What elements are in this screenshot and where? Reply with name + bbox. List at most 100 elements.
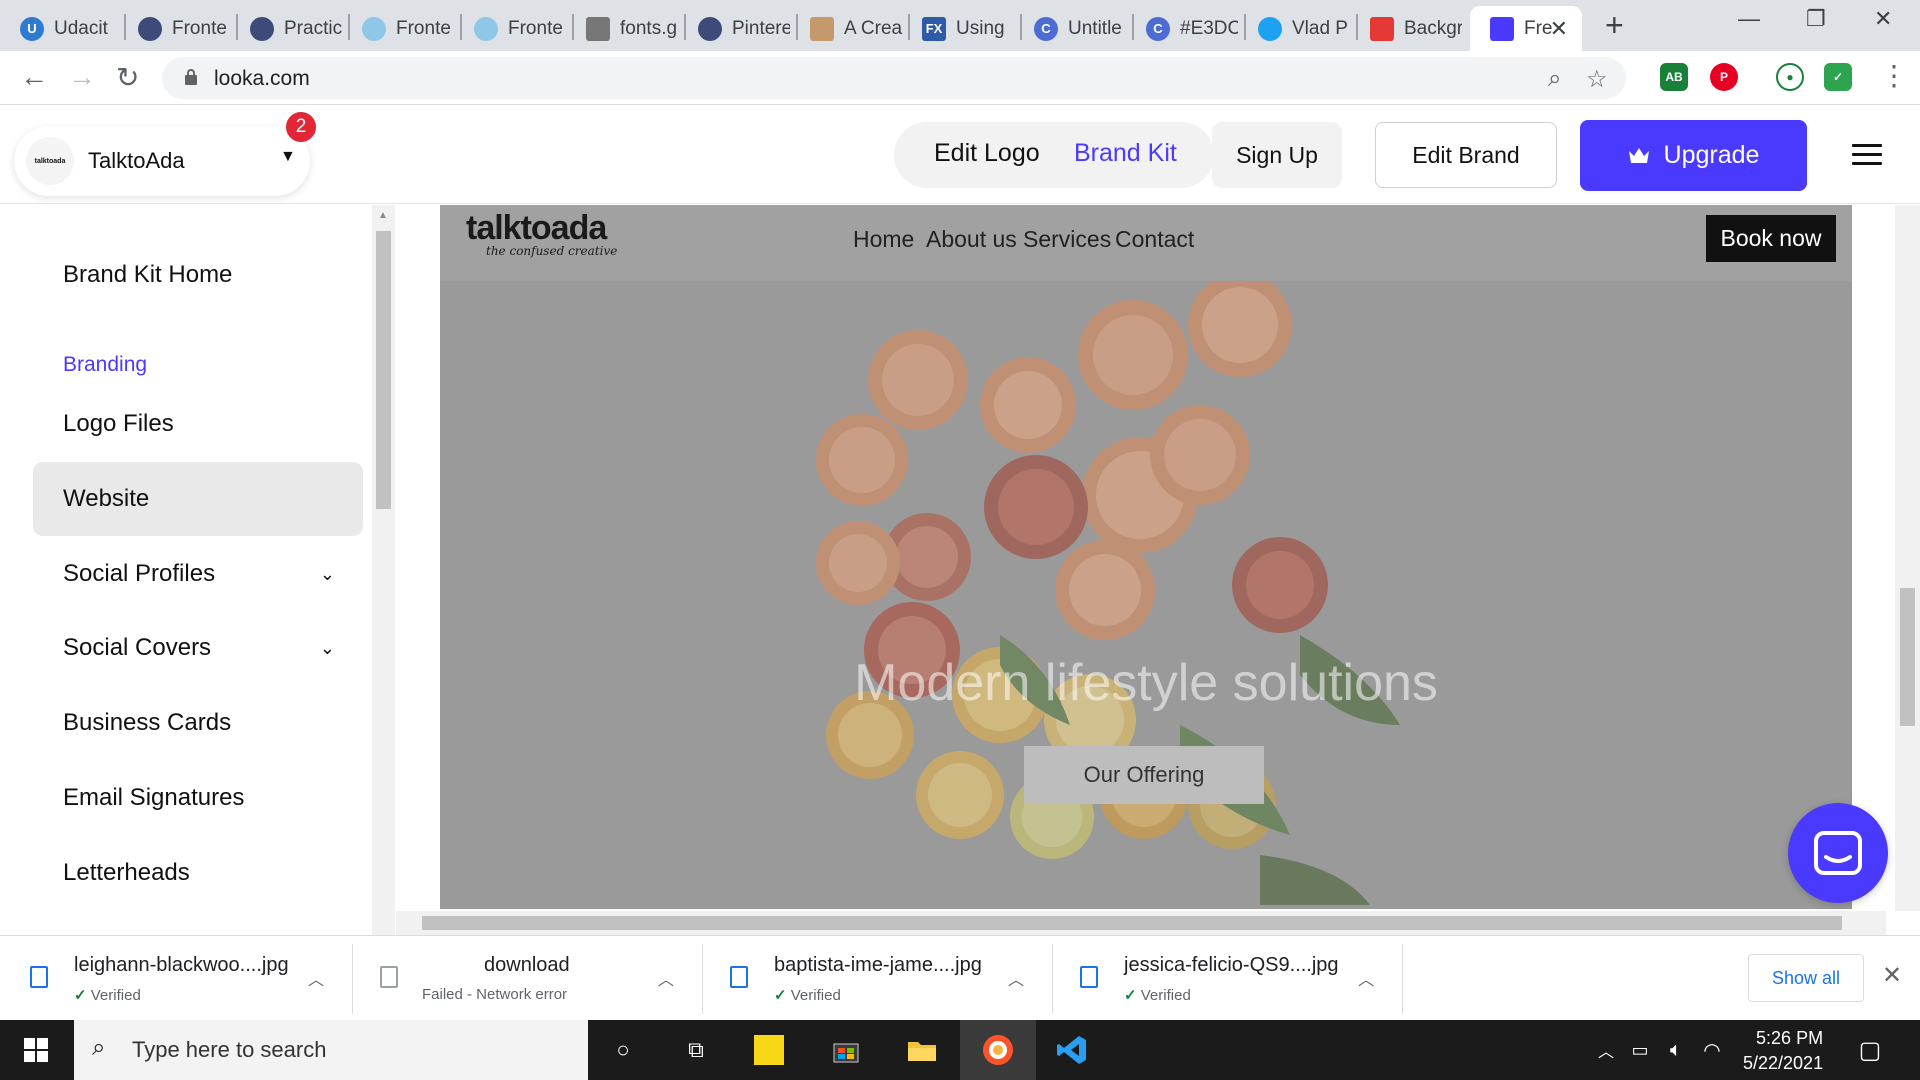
back-icon[interactable]: ← [20, 61, 48, 93]
bookmark-star-icon[interactable]: ☆ [1586, 65, 1608, 94]
download-item[interactable]: jessica-felicio-QS9....jpg ✓ Verified ︿ [1050, 936, 1405, 1021]
download-item[interactable]: baptista-ime-jame....jpg ✓ Verified ︿ [700, 936, 1055, 1021]
upgrade-button[interactable]: Upgrade [1580, 120, 1807, 191]
zoom-icon[interactable]: ⌕ [1548, 65, 1561, 93]
restore-icon[interactable]: ❐ [1806, 6, 1826, 32]
site-nav-about[interactable]: About us [926, 226, 1017, 253]
close-tab-icon[interactable]: ✕ [1550, 16, 1568, 42]
article-icon [810, 16, 834, 41]
crown-icon [1628, 147, 1649, 163]
browser-tab[interactable]: Fronte [118, 6, 230, 51]
minimize-icon[interactable]: — [1738, 6, 1760, 32]
show-all-downloads-button[interactable]: Show all [1748, 954, 1864, 1002]
preview-vertical-scrollbar[interactable] [1895, 205, 1920, 911]
shield-extension-icon[interactable]: ✓ [1824, 63, 1852, 91]
hamburger-menu-icon[interactable] [1852, 144, 1882, 166]
close-download-shelf-icon[interactable]: ✕ [1882, 961, 1902, 990]
file-icon [380, 966, 398, 988]
windows-start-icon[interactable] [18, 1032, 54, 1068]
sign-up-button[interactable]: Sign Up [1212, 122, 1342, 188]
action-center-icon[interactable]: ▢ [1852, 1032, 1888, 1068]
scrollbar-thumb[interactable] [422, 916, 1842, 930]
chevron-down-icon: ⌄ [319, 637, 335, 658]
forward-icon[interactable]: → [68, 61, 96, 93]
task-view-icon[interactable]: ⧉ [678, 1032, 714, 1068]
website-preview: talktoada the confused creative Home Abo… [396, 205, 1920, 935]
address-bar[interactable]: looka.com ⌕ ☆ [162, 57, 1626, 99]
adblock-extension-icon[interactable]: AB [1660, 63, 1688, 91]
volume-icon[interactable]: 🔈︎ [1658, 1032, 1694, 1068]
download-item[interactable]: download Failed - Network error ︿ [350, 936, 705, 1021]
chevron-up-icon[interactable]: ︿ [1358, 966, 1374, 990]
scroll-up-icon[interactable]: ▲ [378, 210, 388, 221]
site-nav-home[interactable]: Home [853, 226, 914, 253]
sticky-notes-icon[interactable] [754, 1035, 784, 1065]
chevron-up-icon[interactable]: ︿ [308, 966, 324, 990]
close-window-icon[interactable]: ✕ [1874, 6, 1892, 32]
browser-menu-icon[interactable]: ⋮ [1880, 59, 1908, 92]
brave-browser-icon[interactable] [980, 1032, 1016, 1068]
browser-tab[interactable]: Vlad P [1238, 6, 1350, 51]
windows-taskbar: ⌕ Type here to search ○ ⧉ ︿ ▭ 🔈︎ ◠ 5:26 … [0, 1020, 1920, 1080]
browser-tab[interactable]: C Untitle [1014, 6, 1126, 51]
site-navbar: talktoada the confused creative Home Abo… [440, 205, 1852, 281]
chat-icon [1814, 831, 1862, 875]
sidebar-item-logo-files[interactable]: Logo Files [33, 387, 363, 461]
browser-tab[interactable]: Fronte [342, 6, 454, 51]
sidebar-item-social-profiles[interactable]: Social Profiles ⌄ [33, 537, 363, 611]
download-status: Verified [90, 987, 141, 1004]
book-now-button[interactable]: Book now [1706, 215, 1836, 262]
profile-icon[interactable]: ● [1776, 63, 1804, 91]
cortana-icon[interactable]: ○ [605, 1032, 641, 1068]
download-filename: download [484, 954, 570, 976]
sidebar-item-business-cards[interactable]: Business Cards [33, 686, 363, 760]
our-offering-button[interactable]: Our Offering [1024, 746, 1264, 804]
image-file-icon [730, 966, 748, 988]
upgrade-label: Upgrade [1663, 141, 1760, 169]
sidebar-item-social-covers[interactable]: Social Covers ⌄ [33, 611, 363, 685]
scrollbar-thumb[interactable] [1900, 588, 1915, 726]
preview-horizontal-scrollbar[interactable] [396, 911, 1886, 935]
browser-tab[interactable]: U Udacit [0, 6, 112, 51]
reload-icon[interactable]: ↻ [116, 61, 139, 94]
sidebar-item-letterheads[interactable]: Letterheads [33, 836, 363, 910]
brand-selector[interactable]: talktoada TalktoAda ▼ [14, 126, 310, 196]
edit-logo-tab[interactable]: Edit Logo [934, 139, 1040, 168]
browser-tab[interactable]: Backgr [1350, 6, 1462, 51]
sidebar-item-website[interactable]: Website [33, 462, 363, 536]
browser-tab-active[interactable]: Fre ✕ [1470, 6, 1582, 51]
edit-brand-button[interactable]: Edit Brand [1375, 122, 1557, 188]
taskbar-search-box[interactable]: ⌕ Type here to search [74, 1020, 588, 1080]
chevron-up-icon[interactable]: ︿ [658, 966, 674, 990]
site-nav-services[interactable]: Services [1023, 226, 1111, 253]
sidebar-item-brand-kit-home[interactable]: Brand Kit Home [33, 238, 363, 312]
chevron-up-icon[interactable]: ︿ [1008, 966, 1024, 990]
pinterest-extension-icon[interactable]: P [1710, 63, 1738, 91]
browser-tab[interactable]: fonts.g [566, 6, 678, 51]
new-tab-button[interactable]: + [1605, 7, 1624, 44]
check-icon: ✓ [1124, 987, 1137, 1004]
chat-launcher-button[interactable] [1788, 803, 1888, 903]
browser-tab[interactable]: Pintere [678, 6, 790, 51]
browser-tab[interactable]: Practic [230, 6, 342, 51]
system-clock[interactable]: 5:26 PM 5/22/2021 [1743, 1026, 1823, 1076]
battery-icon[interactable]: ▭ [1622, 1032, 1658, 1068]
sidebar-item-email-signatures[interactable]: Email Signatures [33, 761, 363, 835]
sidebar-scrollbar[interactable]: ▲ [372, 205, 395, 935]
download-item[interactable]: leighann-blackwoo....jpg ✓ Verified ︿ [0, 936, 355, 1021]
wifi-icon[interactable]: ◠ [1694, 1032, 1730, 1068]
vscode-icon[interactable] [1054, 1032, 1090, 1068]
sidebar: Brand Kit Home Branding Logo Files Websi… [0, 205, 373, 935]
store-icon[interactable] [828, 1032, 864, 1068]
browser-tab[interactable]: C #E3DC [1126, 6, 1238, 51]
browser-tab[interactable]: Fronte [454, 6, 566, 51]
browser-tab[interactable]: FX Using [902, 6, 1014, 51]
image-file-icon [1080, 966, 1098, 988]
file-explorer-icon[interactable] [904, 1032, 940, 1068]
browser-tab[interactable]: A Crea [790, 6, 902, 51]
site-nav-contact[interactable]: Contact [1115, 226, 1194, 253]
brand-kit-tab[interactable]: Brand Kit [1074, 139, 1177, 168]
show-hidden-icons[interactable]: ︿ [1588, 1032, 1624, 1068]
download-filename: baptista-ime-jame....jpg [774, 954, 982, 976]
scrollbar-thumb[interactable] [376, 231, 391, 509]
